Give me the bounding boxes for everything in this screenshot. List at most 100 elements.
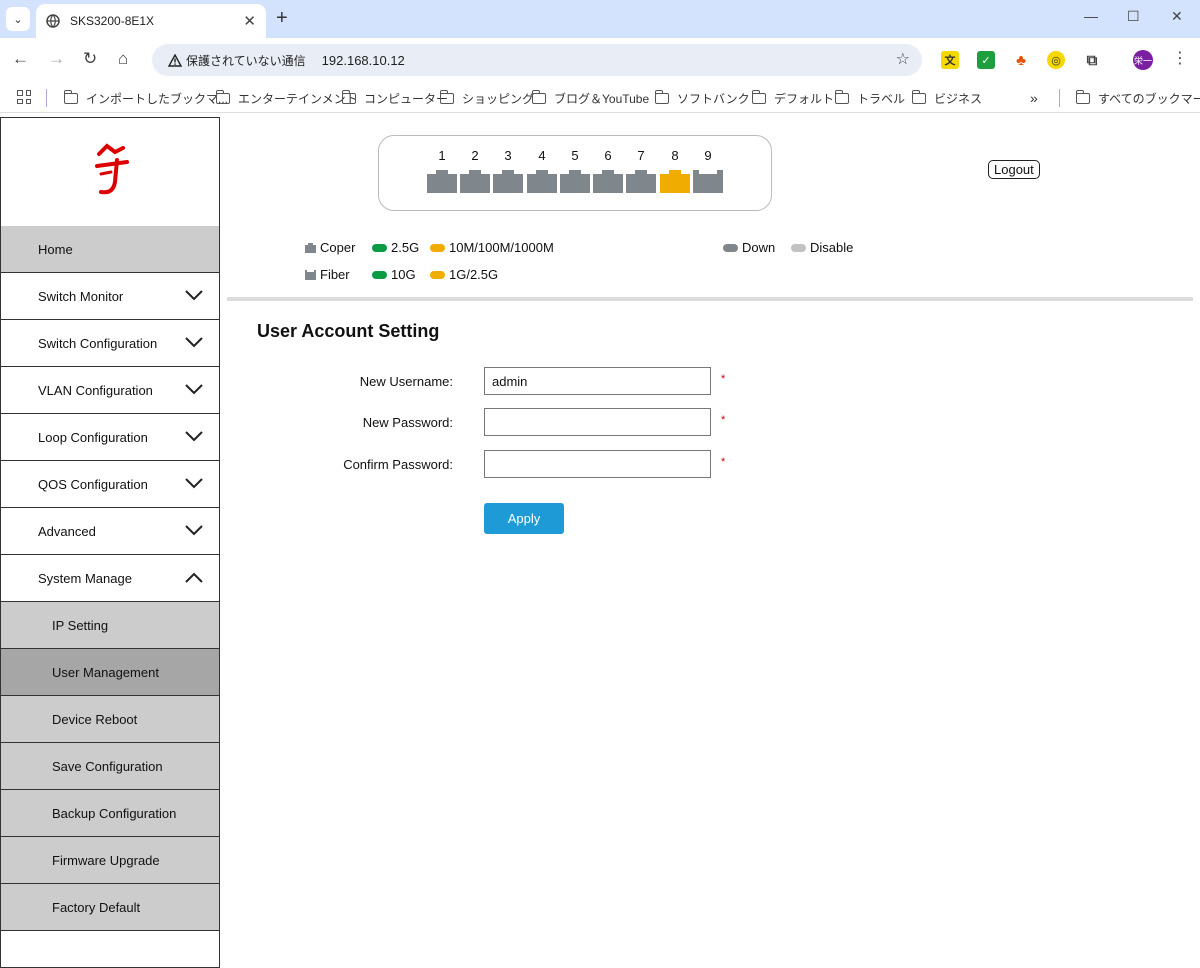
extensions-puzzle-icon[interactable]: ⧉: [1083, 51, 1101, 69]
home-icon[interactable]: ⌂: [118, 49, 128, 69]
legend-coper-10m: 10M/100M/1000M: [430, 240, 554, 255]
confirm-password-input[interactable]: [484, 450, 711, 478]
port-4-icon[interactable]: [527, 170, 557, 193]
bookmark-folder-2[interactable]: エンターテインメント: [215, 90, 358, 107]
sidebar-item-qos-configuration[interactable]: QOS Configuration: [1, 461, 219, 508]
extension-translate-icon[interactable]: 文: [941, 51, 959, 69]
browser-tab[interactable]: SKS3200-8E1X ✕: [36, 4, 266, 38]
bookmark-folder-3[interactable]: コンピューター: [341, 90, 448, 107]
required-mark: *: [721, 373, 726, 385]
green-swatch: [372, 243, 387, 252]
bookmark-folder-5[interactable]: ブログ＆YouTube: [531, 90, 649, 107]
bookmark-folder-1[interactable]: インポートしたブックマ...: [63, 90, 228, 107]
apply-button[interactable]: Apply: [484, 503, 564, 534]
port-number: 8: [671, 148, 679, 163]
gray-swatch: [723, 243, 738, 252]
port-8-icon[interactable]: [660, 170, 690, 193]
fiber-port-icon: [305, 269, 316, 280]
sidebar-item-switch-configuration[interactable]: Switch Configuration: [1, 320, 219, 367]
required-mark: *: [721, 456, 726, 468]
new-tab-icon[interactable]: +: [276, 6, 288, 30]
sidebar-subitem-device-reboot[interactable]: Device Reboot: [1, 696, 219, 743]
forward-icon[interactable]: →: [48, 49, 65, 69]
page-title: User Account Setting: [257, 321, 440, 341]
tab-title: SKS3200-8E1X: [70, 14, 155, 28]
folder-icon: [834, 90, 849, 104]
sidebar-item-home[interactable]: Home: [1, 226, 219, 273]
bookmarks-separator: [1059, 89, 1060, 107]
port-number: 4: [538, 148, 546, 163]
folder-icon: [531, 90, 546, 104]
bookmark-folder-4[interactable]: ショッピング: [439, 90, 534, 107]
minimize-icon[interactable]: —: [1084, 8, 1098, 24]
sidebar-subitem-firmware-upgrade[interactable]: Firmware Upgrade: [1, 837, 219, 884]
bookmark-folder-8[interactable]: トラベル: [834, 90, 905, 107]
bookmarks-overflow-icon[interactable]: »: [1030, 90, 1038, 106]
light-gray-swatch: [791, 243, 806, 252]
sidebar-subitem-backup-configuration[interactable]: Backup Configuration: [1, 790, 219, 837]
sidebar-item-loop-configuration[interactable]: Loop Configuration: [1, 414, 219, 461]
logo-area: [1, 118, 219, 226]
bookmark-folder-6[interactable]: ソフトバンク: [654, 90, 750, 107]
sidebar-subitem-user-management[interactable]: User Management: [1, 649, 219, 696]
chevron-down-icon: [185, 478, 203, 489]
extension-headphone-icon[interactable]: ◎: [1047, 51, 1065, 69]
all-bookmarks-folder[interactable]: すべてのブックマーク: [1075, 90, 1200, 107]
sidebar-subitem-save-configuration[interactable]: Save Configuration: [1, 743, 219, 790]
port-2-icon[interactable]: [460, 170, 490, 193]
coper-port-icon: [305, 242, 316, 253]
address-bar[interactable]: 保護されていない通信 192.168.10.12 ☆: [152, 44, 922, 76]
folder-icon: [63, 90, 78, 104]
browser-tabstrip: ⌄ SKS3200-8E1X ✕ + — ☐ ✕: [0, 0, 1200, 38]
port-number: 2: [471, 148, 479, 163]
tab-close-icon[interactable]: ✕: [243, 12, 256, 30]
extension-character-icon[interactable]: ♣: [1012, 51, 1030, 69]
chevron-down-icon: [185, 384, 203, 395]
sidebar-item-vlan-configuration[interactable]: VLAN Configuration: [1, 367, 219, 414]
folder-icon: [341, 90, 356, 104]
port-number: 7: [637, 148, 645, 163]
port-1-icon[interactable]: [427, 170, 457, 193]
bookmark-star-icon[interactable]: ☆: [896, 49, 910, 69]
port-5-icon[interactable]: [560, 170, 590, 193]
port-number: 5: [571, 148, 579, 163]
security-indicator[interactable]: 保護されていない通信: [160, 48, 314, 72]
sidebar-item-switch-monitor[interactable]: Switch Monitor: [1, 273, 219, 320]
sidebar-item-system-manage[interactable]: System Manage: [1, 555, 219, 602]
bookmarks-separator: [46, 89, 47, 107]
sidebar-subitem-factory-default[interactable]: Factory Default: [1, 884, 219, 931]
port-panel: 1 2 3 4 5 6 7 8 9: [378, 135, 772, 211]
username-input[interactable]: [484, 367, 711, 395]
sidebar-item-advanced[interactable]: Advanced: [1, 508, 219, 555]
chevron-up-icon: [185, 572, 203, 583]
browser-menu-icon[interactable]: ⋮: [1172, 49, 1188, 69]
bookmark-folder-9[interactable]: ビジネス: [911, 90, 982, 107]
extension-check-icon[interactable]: ✓: [977, 51, 995, 69]
password-label: New Password:: [362, 415, 453, 430]
globe-icon: [46, 14, 60, 28]
port-3-icon[interactable]: [493, 170, 523, 193]
tab-search-icon[interactable]: ⌄: [6, 7, 30, 31]
folder-icon: [439, 90, 454, 104]
apps-grid-icon[interactable]: [17, 90, 31, 104]
port-number: 3: [504, 148, 512, 163]
port-9-fiber-icon[interactable]: [693, 170, 723, 193]
port-6-icon[interactable]: [593, 170, 623, 193]
profile-avatar[interactable]: 栄一: [1133, 50, 1153, 70]
bookmarks-bar: インポートしたブックマ... エンターテインメント コンピューター ショッピング…: [0, 83, 1200, 113]
sidebar-subitem-ip-setting[interactable]: IP Setting: [1, 602, 219, 649]
password-input[interactable]: [484, 408, 711, 436]
bookmark-folder-7[interactable]: デフォルト: [751, 90, 834, 107]
port-7-icon[interactable]: [626, 170, 656, 193]
folder-icon: [215, 90, 230, 104]
section-divider: [227, 297, 1193, 301]
green-swatch: [372, 270, 387, 279]
chevron-down-icon: [185, 337, 203, 348]
back-icon[interactable]: ←: [12, 49, 29, 69]
legend-down: Down: [723, 240, 775, 255]
reload-icon[interactable]: ↻: [83, 49, 97, 69]
main-content: 1 2 3 4 5 6 7 8 9 Logout Coper 2.5G 10M/…: [220, 117, 1200, 968]
maximize-icon[interactable]: ☐: [1127, 8, 1140, 25]
logout-button[interactable]: Logout: [988, 160, 1040, 179]
close-window-icon[interactable]: ✕: [1171, 8, 1183, 25]
